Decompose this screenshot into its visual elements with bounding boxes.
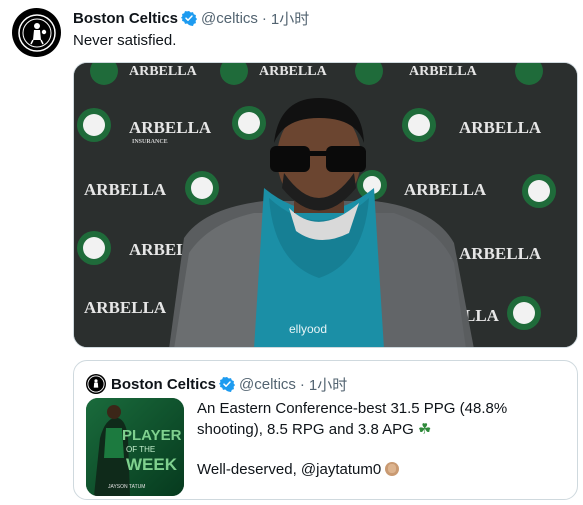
separator-dot: · [299,375,305,393]
shamrock-emoji: ☘ [417,420,432,438]
thumb-caption: JAYSON TATUM [108,484,145,490]
quoted-author-avatar[interactable] [86,374,106,394]
quoted-author-name[interactable]: Boston Celtics [111,376,216,393]
backdrop-brand-subtext: INSURANCE [132,139,168,145]
svg-text:ARBELLA: ARBELLA [459,244,542,263]
svg-text:ARBELLA: ARBELLA [84,180,167,199]
svg-text:ARBELLA: ARBELLA [409,64,478,79]
quoted-tweet-text: An Eastern Conference-best 31.5 PPG (48.… [197,399,572,480]
tweet-media-photo[interactable]: ARBELLA ARBELLA ARBELLA ARBELLA INSURANC… [73,62,578,348]
quoted-text-stats: An Eastern Conference-best 31.5 PPG (48.… [197,400,508,438]
tweet-timestamp[interactable]: 1小时 [271,8,309,29]
tweet-header: Boston Celtics @celtics · 1小时 [73,7,309,29]
svg-text:ARBELLA: ARBELLA [404,180,487,199]
quoted-tweet-card[interactable]: Boston Celtics @celtics · 1小时 PLAYER OF … [73,360,578,500]
quoted-text-line2: Well-deserved, @jaytatum0 [197,460,572,480]
separator-dot: · [261,9,267,27]
clapping-hands-emoji [385,462,400,476]
svg-text:ARBELLA: ARBELLA [84,298,167,317]
svg-text:ARBELLA: ARBELLA [259,64,328,79]
quoted-tweet-timestamp[interactable]: 1小时 [309,374,347,395]
svg-text:ARBELLA: ARBELLA [129,118,212,137]
author-handle[interactable]: @celtics [201,10,258,27]
backdrop-brand-text: ARBELLA [129,64,198,79]
verified-badge-icon [181,10,198,26]
verified-badge-icon [219,376,236,392]
tweet-text: Never satisfied. [73,32,177,49]
shirt-text: ellyood [289,322,327,336]
thumb-title-bottom: WEEK [126,455,178,474]
thumb-title-of: OF THE [126,445,155,454]
quoted-tweet-header: Boston Celtics @celtics · 1小时 [86,373,347,395]
celtics-logo-icon [87,375,105,393]
quoted-text-line1: An Eastern Conference-best 31.5 PPG (48.… [197,399,572,440]
author-name[interactable]: Boston Celtics [73,10,178,27]
celtics-logo-icon [17,13,56,52]
player-of-the-week-graphic: PLAYER OF THE WEEK JAYSON TATUM [86,398,184,496]
svg-text:ARBELLA: ARBELLA [459,118,542,137]
quoted-tweet-thumbnail[interactable]: PLAYER OF THE WEEK JAYSON TATUM [86,398,184,496]
author-avatar[interactable] [12,8,61,57]
thumb-title-top: PLAYER [122,427,182,444]
svg-text:LLA: LLA [464,306,500,325]
press-conference-photo: ARBELLA ARBELLA ARBELLA ARBELLA INSURANC… [74,63,577,347]
quoted-author-handle[interactable]: @celtics [239,376,296,393]
quoted-text-mention[interactable]: Well-deserved, @jaytatum0 [197,461,381,478]
